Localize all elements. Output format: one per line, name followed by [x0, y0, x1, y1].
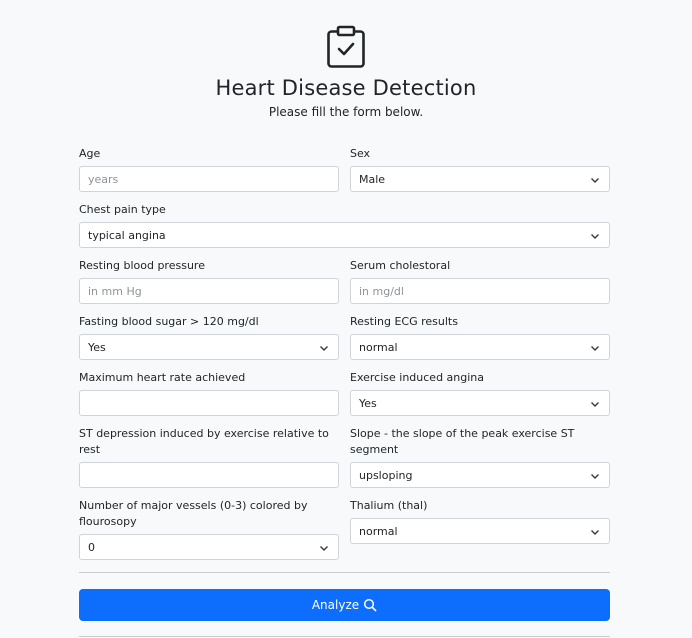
oldpeak-label: ST depression induced by exercise relati…: [79, 427, 329, 456]
slope-select[interactable]: upsloping: [350, 462, 610, 488]
chevron-down-icon: [591, 402, 599, 407]
chevron-down-icon: [320, 346, 328, 351]
ca-field-group: Number of major vessels (0-3) colored by…: [79, 498, 339, 560]
oldpeak-input[interactable]: [79, 462, 339, 488]
exang-select-value: Yes: [359, 396, 377, 410]
analyze-button[interactable]: Analyze: [79, 589, 610, 621]
cholesterol-label: Serum cholestoral: [350, 259, 451, 272]
page-subtitle: Please fill the form below.: [268, 105, 424, 119]
restecg-select-value: normal: [359, 340, 398, 354]
restecg-field-group: Resting ECG results normal: [350, 314, 610, 360]
exang-field-group: Exercise induced angina Yes: [350, 370, 610, 416]
fbs-select[interactable]: Yes: [79, 334, 339, 360]
cholesterol-input[interactable]: [350, 278, 610, 304]
exang-select[interactable]: Yes: [350, 390, 610, 416]
chevron-down-icon: [591, 346, 599, 351]
age-label: Age: [79, 147, 101, 160]
sex-field-group: Sex Male: [350, 146, 610, 192]
cholesterol-field-group: Serum cholestoral: [350, 258, 610, 304]
exang-label: Exercise induced angina: [350, 371, 485, 384]
sex-label: Sex: [350, 147, 371, 160]
slope-select-value: upsloping: [359, 468, 413, 482]
chevron-down-icon: [320, 546, 328, 551]
thal-select-value: normal: [359, 524, 398, 538]
divider: [79, 636, 610, 637]
restecg-select[interactable]: normal: [350, 334, 610, 360]
resting-bp-field-group: Resting blood pressure: [79, 258, 339, 304]
slope-field-group: Slope - the slope of the peak exercise S…: [350, 426, 610, 488]
age-field-group: Age: [79, 146, 339, 192]
sex-select-value: Male: [359, 172, 386, 186]
ca-label: Number of major vessels (0-3) colored by…: [79, 499, 308, 528]
chevron-down-icon: [591, 178, 599, 183]
heart-form: Age Sex Male Chest pain type typical ang…: [79, 146, 610, 560]
chest-pain-field-group: Chest pain type typical angina: [79, 202, 610, 248]
age-input[interactable]: [79, 166, 339, 192]
ca-select-value: 0: [88, 540, 95, 554]
thal-label: Thalium (thal): [350, 499, 428, 512]
analyze-button-label: Analyze: [311, 598, 360, 612]
resting-bp-label: Resting blood pressure: [79, 259, 205, 272]
page-header: Heart Disease Detection Please fill the …: [0, 0, 692, 119]
max-hr-label: Maximum heart rate achieved: [79, 371, 246, 384]
fbs-select-value: Yes: [88, 340, 106, 354]
chest-pain-select[interactable]: typical angina: [79, 222, 610, 248]
resting-bp-input[interactable]: [79, 278, 339, 304]
fbs-field-group: Fasting blood sugar > 120 mg/dl Yes: [79, 314, 339, 360]
thal-select[interactable]: normal: [350, 518, 610, 544]
chevron-down-icon: [591, 234, 599, 239]
page-title: Heart Disease Detection: [215, 76, 477, 100]
chest-pain-select-value: typical angina: [88, 228, 166, 242]
chest-pain-label: Chest pain type: [79, 203, 166, 216]
ca-select[interactable]: 0: [79, 534, 339, 560]
oldpeak-field-group: ST depression induced by exercise relati…: [79, 426, 339, 488]
slope-label: Slope - the slope of the peak exercise S…: [350, 427, 575, 456]
fbs-label: Fasting blood sugar > 120 mg/dl: [79, 315, 259, 328]
clipboard-check-icon: [327, 25, 365, 68]
sex-select[interactable]: Male: [350, 166, 610, 192]
max-hr-input[interactable]: [79, 390, 339, 416]
max-hr-field-group: Maximum heart rate achieved: [79, 370, 339, 416]
thal-field-group: Thalium (thal) normal: [350, 498, 610, 544]
restecg-label: Resting ECG results: [350, 315, 458, 328]
chevron-down-icon: [591, 530, 599, 535]
divider: [79, 572, 610, 573]
search-icon: [364, 598, 377, 612]
chevron-down-icon: [591, 474, 599, 479]
